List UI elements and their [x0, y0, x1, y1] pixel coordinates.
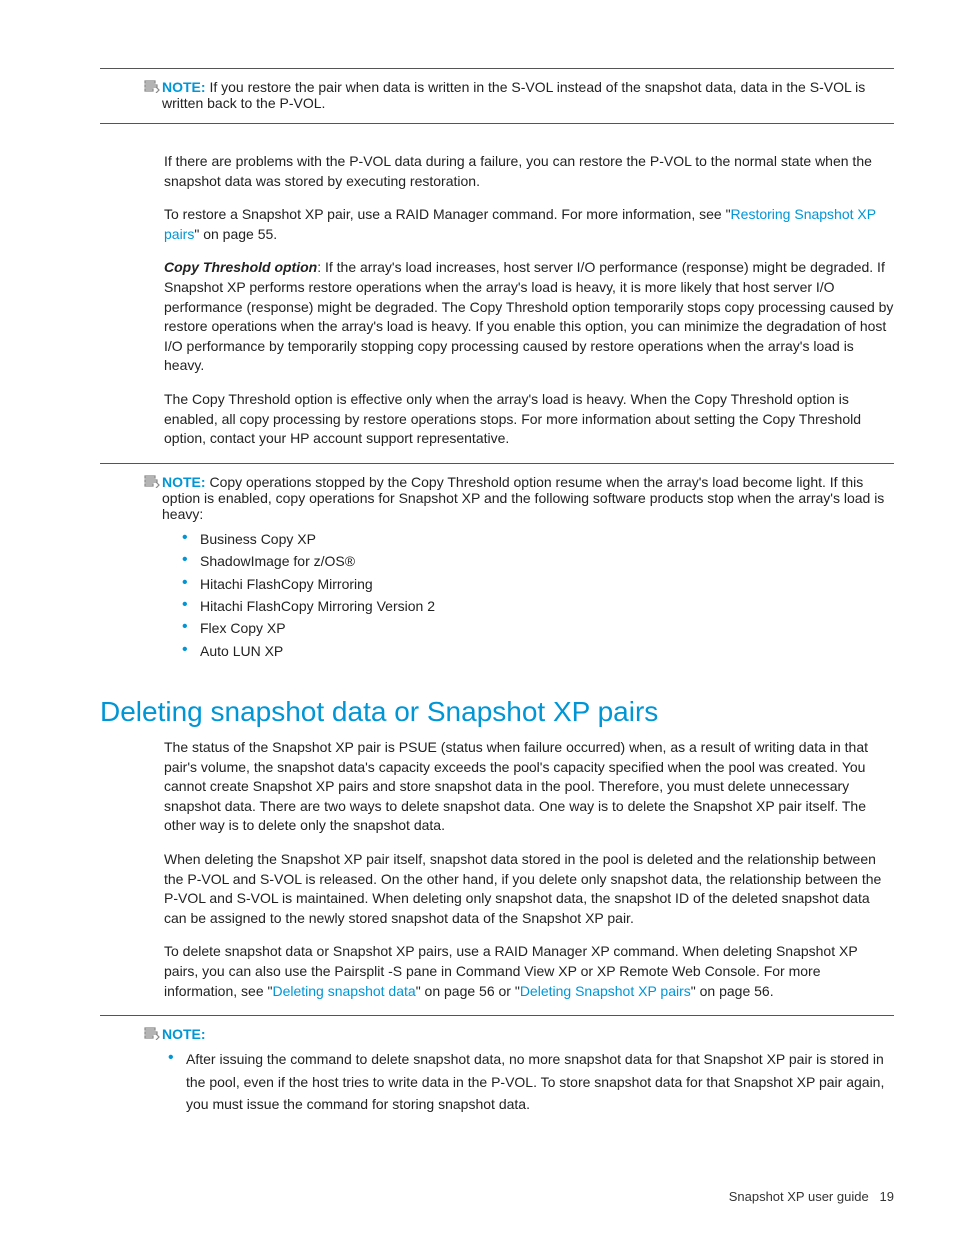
note-icon	[144, 79, 162, 111]
option-name: Copy Threshold option	[164, 259, 317, 275]
list-item: Hitachi FlashCopy Mirroring	[182, 573, 894, 595]
note-icon	[144, 474, 162, 672]
note-label: NOTE:	[162, 1026, 206, 1042]
divider	[100, 463, 894, 464]
note-text: Copy operations stopped by the Copy Thre…	[162, 474, 884, 522]
note-bullet-list: After issuing the command to delete snap…	[162, 1048, 894, 1115]
list-item: Auto LUN XP	[182, 640, 894, 662]
note-text: If you restore the pair when data is wri…	[162, 79, 865, 111]
list-item: Flex Copy XP	[182, 617, 894, 639]
note-icon	[144, 1026, 162, 1125]
note-block-2: NOTE: Copy operations stopped by the Cop…	[100, 463, 894, 672]
page-footer: Snapshot XP user guide 19	[100, 1189, 894, 1204]
divider	[100, 68, 894, 69]
body-paragraph: If there are problems with the P-VOL dat…	[164, 152, 894, 191]
body-paragraph: The status of the Snapshot XP pair is PS…	[164, 738, 894, 836]
body-paragraph: When deleting the Snapshot XP pair itsel…	[164, 850, 894, 928]
body-paragraph: Copy Threshold option: If the array's lo…	[164, 258, 894, 376]
list-item: After issuing the command to delete snap…	[168, 1048, 894, 1115]
body-paragraph: To restore a Snapshot XP pair, use a RAI…	[164, 205, 894, 244]
page-number: 19	[880, 1189, 894, 1204]
note-block-1: NOTE: If you restore the pair when data …	[100, 68, 894, 124]
document-page: NOTE: If you restore the pair when data …	[0, 0, 954, 1244]
list-item: ShadowImage for z/OS®	[182, 550, 894, 572]
software-list: Business Copy XP ShadowImage for z/OS® H…	[162, 528, 894, 662]
body-paragraph: To delete snapshot data or Snapshot XP p…	[164, 942, 894, 1001]
section-heading: Deleting snapshot data or Snapshot XP pa…	[100, 696, 894, 728]
note-label: NOTE:	[162, 474, 206, 490]
body-paragraph: The Copy Threshold option is effective o…	[164, 390, 894, 449]
divider	[100, 123, 894, 124]
footer-title: Snapshot XP user guide	[729, 1189, 869, 1204]
note-block-3: NOTE: After issuing the command to delet…	[100, 1015, 894, 1129]
link-deleting-snapshot-xp-pairs[interactable]: Deleting Snapshot XP pairs	[520, 983, 691, 999]
link-deleting-snapshot-data[interactable]: Deleting snapshot data	[272, 983, 415, 999]
divider	[100, 1015, 894, 1016]
note-label: NOTE:	[162, 79, 206, 95]
list-item: Business Copy XP	[182, 528, 894, 550]
list-item: Hitachi FlashCopy Mirroring Version 2	[182, 595, 894, 617]
